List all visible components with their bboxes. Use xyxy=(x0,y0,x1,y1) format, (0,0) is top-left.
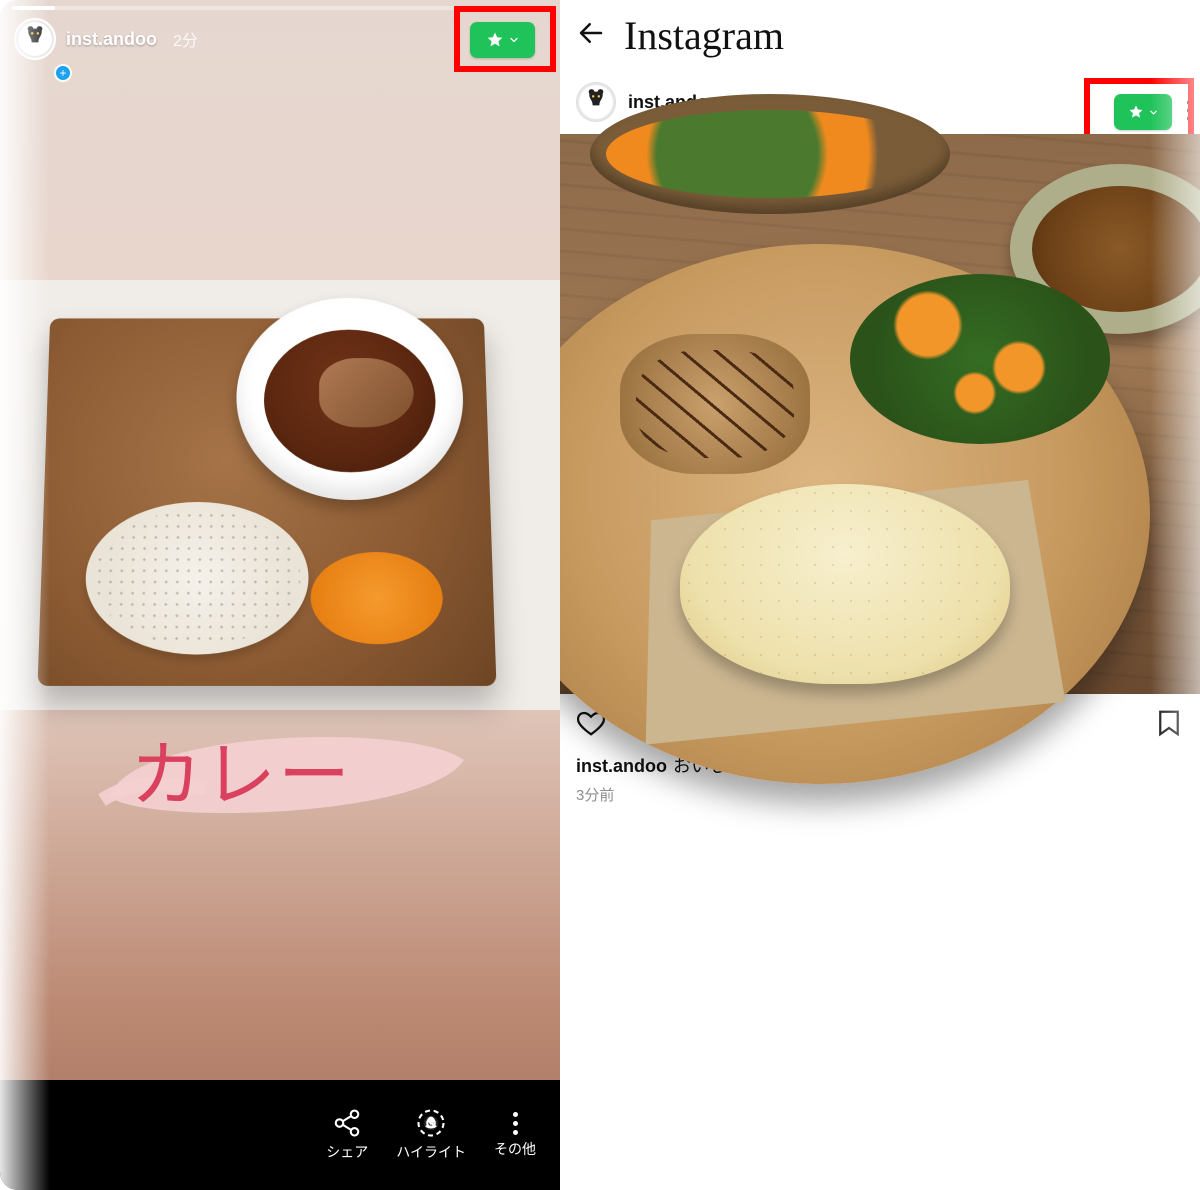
more-dots-icon xyxy=(513,1112,518,1135)
share-button[interactable]: シェア xyxy=(326,1108,368,1162)
post-photo[interactable] xyxy=(560,134,1200,694)
highlight-label: ハイライト xyxy=(396,1142,466,1162)
arrow-left-icon xyxy=(576,18,606,48)
post-time-label: 3分前 xyxy=(560,778,1200,805)
story-header: + inst.andoo 2分 xyxy=(14,18,198,60)
story-progress-fill xyxy=(12,6,55,10)
story-photo[interactable] xyxy=(0,280,560,710)
story-screen: + inst.andoo 2分 カレー シェア xyxy=(0,0,560,1190)
highlight-button[interactable]: ハイライト xyxy=(396,1108,466,1162)
save-button[interactable] xyxy=(1154,708,1184,738)
more-button[interactable]: その他 xyxy=(494,1112,536,1159)
caption-username[interactable]: inst.andoo xyxy=(576,756,667,776)
background-salad-plate xyxy=(590,94,950,214)
side-salad xyxy=(850,274,1110,444)
story-time-label: 2分 xyxy=(173,27,198,51)
feed-screen: Instagram inst.andoo xyxy=(560,0,1200,1190)
more-label: その他 xyxy=(494,1139,536,1159)
curry-bowl xyxy=(236,298,466,500)
highlight-icon xyxy=(416,1108,446,1138)
avatar[interactable] xyxy=(14,18,56,60)
carrot-shred xyxy=(310,552,444,644)
story-caption-text: カレー xyxy=(130,716,352,821)
food-board xyxy=(38,318,497,686)
share-icon xyxy=(332,1108,362,1138)
instagram-logo[interactable]: Instagram xyxy=(624,12,784,59)
share-label: シェア xyxy=(326,1142,368,1162)
roasted-potatoes xyxy=(620,334,810,474)
story-bottom-bar: シェア ハイライト その他 xyxy=(0,1080,560,1190)
cheese-bread xyxy=(680,484,1010,684)
add-story-plus-badge[interactable]: + xyxy=(54,64,72,82)
annotation-highlight-box xyxy=(454,6,556,72)
back-button[interactable] xyxy=(576,18,606,53)
avatar[interactable] xyxy=(576,82,616,122)
feed-top-bar: Instagram xyxy=(560,0,1200,70)
rice-pile xyxy=(84,502,309,655)
story-username[interactable]: inst.andoo xyxy=(66,29,157,50)
